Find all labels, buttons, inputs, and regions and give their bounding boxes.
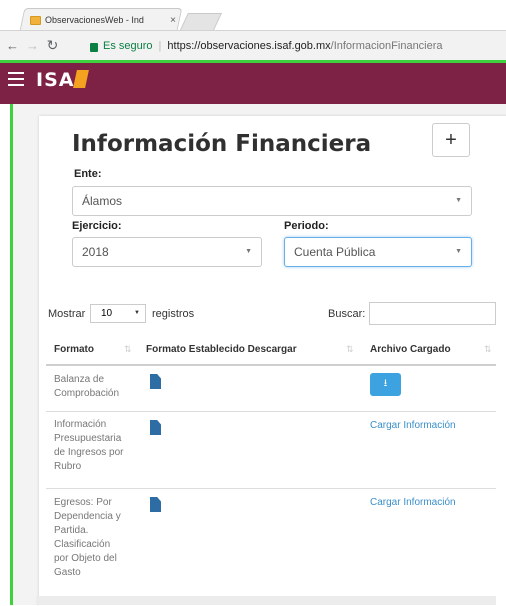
page-length-value: 10	[101, 308, 113, 319]
cell-line: Dependencia y	[54, 511, 121, 522]
url-separator: |	[158, 40, 162, 52]
cell-line: Rubro	[54, 461, 82, 472]
new-tab-button[interactable]	[180, 13, 222, 30]
address-bar[interactable]: Es seguro | https://observaciones.isaf.g…	[90, 36, 506, 56]
sort-icon[interactable]: ⇅	[484, 344, 492, 355]
chevron-down-icon: ▼	[134, 310, 140, 316]
table-row-formato: Egresos: Por Dependencia y Partida. Clas…	[54, 496, 121, 580]
column-header-archivo-cargado[interactable]: Archivo Cargado	[370, 344, 451, 355]
table-row-formato: Balanza de Comprobación	[54, 373, 119, 401]
url-path: /InformacionFinanciera	[330, 40, 443, 52]
search-input[interactable]	[369, 302, 496, 325]
folder-icon	[30, 15, 41, 25]
cell-line: Balanza de	[54, 374, 105, 385]
upload-info-link[interactable]: Cargar Información	[370, 497, 456, 508]
page-title: Información Financiera	[72, 131, 372, 157]
ente-value: Álamos	[82, 194, 123, 208]
url-host: https://observaciones.isaf.gob.mx	[167, 40, 331, 52]
header-divider	[46, 364, 496, 366]
cell-line: Egresos: Por	[54, 497, 112, 508]
ejercicio-select[interactable]: 2018 ▼	[72, 237, 262, 267]
cell-line: de Ingresos por	[54, 447, 124, 458]
cell-line: Clasificación	[54, 539, 111, 550]
periodo-select[interactable]: Cuenta Pública ▼	[284, 237, 472, 267]
logo-mark-icon	[73, 70, 90, 88]
cell-line: por Objeto del	[54, 553, 117, 564]
upload-info-link[interactable]: Cargar Información	[370, 420, 456, 431]
upload-icon: ⭳	[383, 378, 388, 389]
chevron-down-icon: ▼	[455, 248, 462, 255]
lock-icon	[90, 42, 98, 52]
cell-line: Comprobación	[54, 388, 120, 399]
forward-arrow-icon[interactable]: →	[25, 38, 40, 53]
show-label: Mostrar	[48, 308, 86, 320]
cell-line: Información	[54, 419, 107, 430]
sort-icon[interactable]: ⇅	[124, 344, 132, 355]
close-tab-icon[interactable]: ×	[166, 15, 180, 26]
table-footer	[36, 596, 496, 605]
chevron-down-icon: ▼	[245, 248, 252, 255]
column-header-formato[interactable]: Formato	[54, 344, 94, 355]
search-label: Buscar:	[328, 308, 366, 320]
column-header-formato-establecido[interactable]: Formato Establecido Descargar	[146, 344, 297, 355]
ejercicio-label: Ejercicio:	[72, 220, 122, 232]
page-length-select[interactable]: 10 ▼	[90, 304, 146, 323]
sort-icon[interactable]: ⇅	[346, 344, 354, 355]
ejercicio-value: 2018	[82, 245, 109, 259]
browser-tab-content[interactable]: ObservacionesWeb - Ind ×	[30, 10, 180, 30]
secure-label: Es seguro	[103, 40, 153, 52]
row-divider	[46, 488, 496, 489]
ente-label: Ente:	[74, 168, 102, 180]
chevron-down-icon: ▼	[455, 197, 462, 204]
periodo-value: Cuenta Pública	[294, 245, 376, 259]
row-divider	[46, 411, 496, 412]
table-row-formato: Información Presupuestaria de Ingresos p…	[54, 418, 124, 474]
upload-button[interactable]: ⭳	[370, 373, 401, 396]
add-button[interactable]: +	[432, 123, 470, 157]
isaf-logo[interactable]: ISA	[36, 69, 90, 91]
hamburger-icon[interactable]	[8, 72, 24, 86]
cell-line: Partida.	[54, 525, 89, 536]
cell-line: Presupuestaria	[54, 433, 122, 444]
periodo-label: Periodo:	[284, 220, 329, 232]
cell-line: Gasto	[54, 567, 81, 578]
reload-icon[interactable]: ↻	[45, 37, 60, 54]
browser-tabstrip: ObservacionesWeb - Ind ×	[0, 0, 506, 30]
records-label: registros	[152, 308, 195, 320]
tab-title: ObservacionesWeb - Ind	[45, 15, 144, 25]
app-header: ISA	[0, 60, 506, 104]
ente-select[interactable]: Álamos ▼	[72, 186, 472, 216]
back-arrow-icon[interactable]: ←	[5, 38, 20, 53]
logo-text: ISA	[36, 69, 75, 91]
